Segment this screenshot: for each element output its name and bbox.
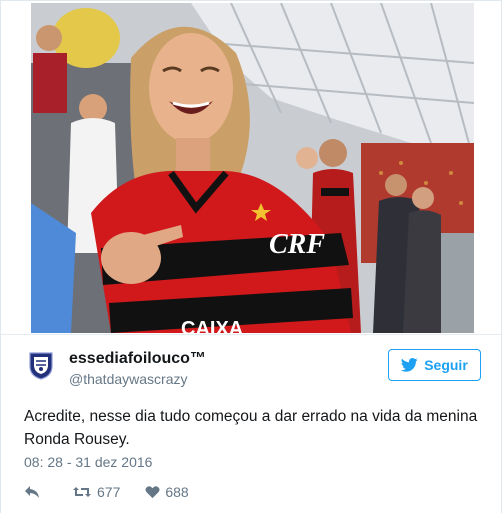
retweet-count: 677 <box>97 484 121 500</box>
shield-crest-icon <box>29 352 53 380</box>
jersey-crest-text: CRF <box>269 229 325 260</box>
reply-arrow-icon <box>25 486 39 498</box>
jersey-sponsor-text: CAIXA <box>181 318 243 333</box>
bird-icon <box>401 358 418 372</box>
retweet-button[interactable]: 677 <box>72 484 120 500</box>
retweet-icon <box>73 487 91 497</box>
tweet-text: Acredite, nesse dia tudo começou a dar e… <box>24 408 478 448</box>
stadium-photo: CRF CAIXA <box>31 3 474 333</box>
tweet-card: CRF CAIXA essediafoilouco™ @thatdaywascr… <box>0 0 502 513</box>
like-count: 688 <box>165 484 189 500</box>
account-avatar[interactable] <box>26 350 56 380</box>
reply-button[interactable] <box>24 485 40 499</box>
follow-button[interactable]: Seguir <box>388 349 481 381</box>
tweet-body: essediafoilouco™ @thatdaywascrazy Seguir… <box>1 334 501 513</box>
tweet-photo[interactable]: CRF CAIXA <box>31 3 474 333</box>
follow-button-label: Seguir <box>424 357 468 373</box>
heart-icon <box>145 486 160 499</box>
account-handle[interactable]: @thatdaywascrazy <box>69 371 187 387</box>
tweet-actions: 677 688 <box>24 481 189 503</box>
account-display-name[interactable]: essediafoilouco™ <box>69 350 206 368</box>
like-button[interactable]: 688 <box>145 484 189 500</box>
tweet-timestamp[interactable]: 08: 28 - 31 dez 2016 <box>24 454 152 470</box>
